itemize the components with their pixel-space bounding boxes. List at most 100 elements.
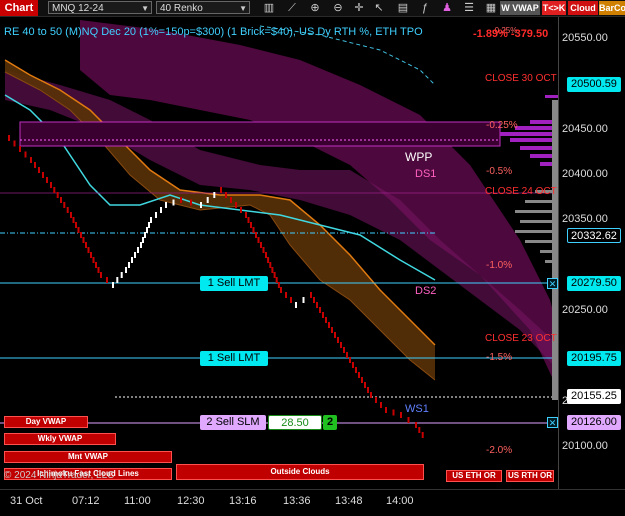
price-tick: 20550.00 xyxy=(562,32,608,44)
renko-brick xyxy=(273,272,276,278)
time-tick: 07:12 xyxy=(72,495,100,507)
renko-brick xyxy=(213,192,216,198)
renko-brick xyxy=(290,297,292,303)
indicator-icon[interactable]: ƒ xyxy=(418,1,432,15)
renko-brick xyxy=(112,282,114,288)
tk-toggle[interactable]: T<>K xyxy=(542,1,566,15)
renko-brick xyxy=(267,257,270,263)
renko-brick xyxy=(50,182,52,188)
renko-brick xyxy=(134,252,136,258)
price-tick: 20350.00 xyxy=(562,213,608,225)
bar-type-selector[interactable]: 40 Renko ▼ xyxy=(156,1,250,14)
close-24-oct-label: CLOSE 24 OCT xyxy=(485,186,557,197)
renko-brick xyxy=(322,312,324,318)
zoom-in-icon[interactable]: ⊕ xyxy=(308,1,322,15)
renko-brick xyxy=(325,317,327,323)
cancel-order-icon[interactable]: ✕ xyxy=(547,417,558,428)
cancel-order-icon[interactable]: ✕ xyxy=(547,278,558,289)
renko-brick xyxy=(346,352,348,358)
us-rth-or-button[interactable]: US RTH OR xyxy=(506,470,554,482)
renko-brick xyxy=(235,202,237,208)
time-tick: 31 Oct xyxy=(10,495,43,507)
renko-brick xyxy=(310,292,312,298)
renko-brick xyxy=(46,177,48,183)
zoom-out-icon[interactable]: ⊖ xyxy=(331,1,345,15)
wkly-vwap-button[interactable]: Wkly VWAP xyxy=(4,433,116,445)
renko-brick xyxy=(262,247,265,253)
renko-brick xyxy=(313,297,315,303)
renko-brick xyxy=(128,262,130,268)
renko-brick xyxy=(319,307,321,313)
renko-brick xyxy=(302,297,305,303)
renko-brick xyxy=(180,197,182,203)
renko-brick xyxy=(60,197,62,203)
renko-brick xyxy=(225,192,227,198)
renko-brick xyxy=(85,242,87,248)
properties-icon[interactable]: ☰ xyxy=(462,1,476,15)
renko-brick xyxy=(392,409,395,416)
pct-05-label: -0.5% xyxy=(486,166,513,177)
time-tick: 11:00 xyxy=(124,495,151,507)
price-marker-vwap: 20332.62 xyxy=(567,228,621,243)
pct-10-label: -1.0% xyxy=(486,260,513,271)
renko-brick xyxy=(100,272,102,278)
ruler-icon[interactable]: ⟋ xyxy=(285,1,299,15)
renko-brick xyxy=(375,397,377,403)
chart-title: RE 40 to 50 (M)NQ Dec 20 (1%=150p=$300) … xyxy=(4,26,423,38)
renko-brick xyxy=(172,199,175,206)
renko-brick xyxy=(400,412,402,418)
renko-brick xyxy=(70,212,72,218)
renko-brick xyxy=(316,302,318,308)
instrument-selector[interactable]: MNQ 12-24 ▼ xyxy=(48,1,152,14)
chart-tab[interactable]: Chart xyxy=(0,0,38,16)
time-tick: 13:36 xyxy=(283,495,311,507)
pct-15-label: -1.5% xyxy=(486,352,513,363)
pnl-readout: -1.89% -379.50 xyxy=(473,28,549,40)
wvwap-toggle[interactable]: W VWAP xyxy=(500,1,540,15)
bar-type-label: 40 Renko xyxy=(160,3,203,14)
cloud-toggle[interactable]: Cloud xyxy=(568,1,598,15)
mnt-vwap-button[interactable]: Mnt VWAP xyxy=(4,451,172,463)
renko-brick xyxy=(120,272,123,278)
renko-brick xyxy=(255,232,257,238)
renko-brick xyxy=(334,332,336,338)
template-icon[interactable]: ▤ xyxy=(396,1,410,15)
renko-brick xyxy=(355,367,357,373)
renko-brick xyxy=(337,337,339,343)
renko-brick xyxy=(56,192,59,198)
price-tick: 20250.00 xyxy=(562,304,608,316)
renko-brick xyxy=(367,387,369,393)
price-tick: 20450.00 xyxy=(562,123,608,135)
renko-brick xyxy=(295,302,297,308)
pointer-icon[interactable]: ↖ xyxy=(372,1,386,15)
renko-brick xyxy=(131,257,133,263)
renko-brick xyxy=(370,392,372,398)
chevron-down-icon: ▼ xyxy=(141,4,149,13)
bar-chart-icon[interactable]: ▥ xyxy=(262,1,276,15)
renko-brick xyxy=(352,362,354,368)
renko-brick xyxy=(92,257,95,263)
pct-025-label: -0.25% xyxy=(486,120,518,131)
renko-brick xyxy=(364,382,366,388)
crosshair-icon[interactable]: ✛ xyxy=(352,1,366,15)
chart-toolbar: Chart MNQ 12-24 ▼ 40 Renko ▼ ▥ ⟋ ⊕ ⊖ ✛ ↖… xyxy=(0,0,625,17)
time-tick: 13:16 xyxy=(229,495,257,507)
sell-lmt-order-2[interactable]: 1 Sell LMT xyxy=(200,351,268,366)
renko-brick xyxy=(240,207,242,213)
day-vwap-button[interactable]: Day VWAP xyxy=(4,416,88,428)
data-box-icon[interactable]: ▦ xyxy=(484,1,498,15)
renko-brick xyxy=(407,417,410,423)
slm-quantity[interactable]: 2 xyxy=(323,415,337,430)
sell-lmt-order-1[interactable]: 1 Sell LMT xyxy=(200,276,268,291)
strategy-icon[interactable]: ♟ xyxy=(440,1,454,15)
barcolor-toggle[interactable]: BarCo xyxy=(599,1,625,15)
sell-slm-order[interactable]: 2 Sell SLM xyxy=(200,415,266,430)
outside-clouds-button[interactable]: Outside Clouds xyxy=(176,464,424,480)
renko-brick xyxy=(66,207,69,213)
renko-brick xyxy=(358,372,360,378)
us-eth-or-button[interactable]: US ETH OR xyxy=(446,470,502,482)
renko-brick xyxy=(19,146,21,152)
renko-brick xyxy=(260,242,262,248)
renko-brick xyxy=(200,202,202,208)
renko-brick xyxy=(165,202,167,208)
